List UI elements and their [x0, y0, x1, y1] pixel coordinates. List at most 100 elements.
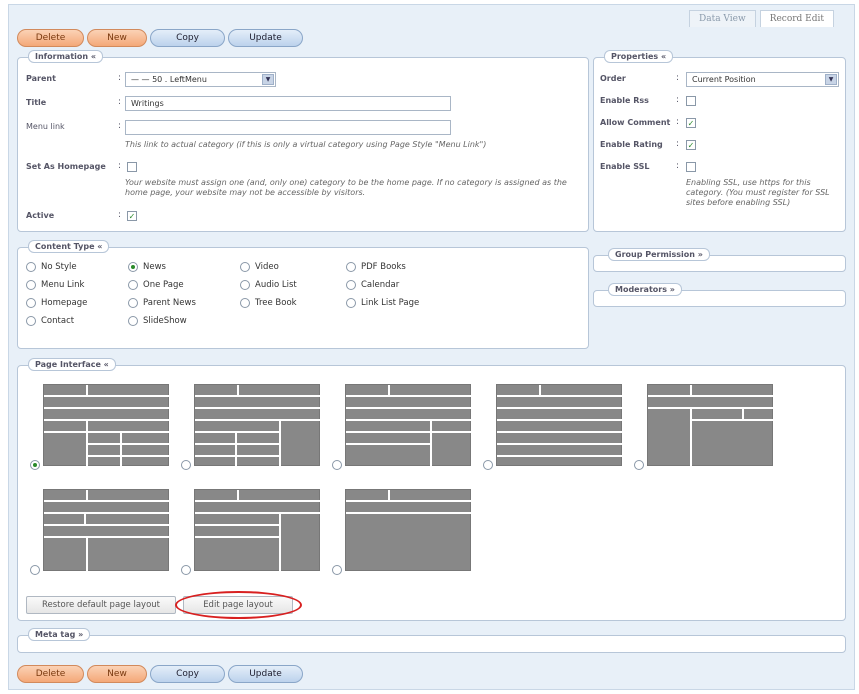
copy-button[interactable]: Copy	[150, 29, 225, 47]
meta-tag-legend[interactable]: Meta tag »	[28, 628, 91, 641]
content-type-option[interactable]: Calendar	[346, 280, 399, 290]
enable-rss-checkbox[interactable]	[686, 96, 696, 106]
layout-divider	[237, 385, 239, 395]
layout-radio-button[interactable]	[181, 460, 191, 470]
radio-button[interactable]	[240, 280, 250, 290]
content-type-option[interactable]: News	[128, 262, 166, 272]
enable-ssl-checkbox[interactable]	[686, 162, 696, 172]
layout-divider	[346, 419, 472, 421]
radio-button[interactable]	[346, 298, 356, 308]
content-type-label: Audio List	[255, 280, 297, 290]
radio-button[interactable]	[26, 280, 36, 290]
page-layout-thumbnail[interactable]	[43, 384, 170, 467]
content-type-option[interactable]: One Page	[128, 280, 184, 290]
content-type-option[interactable]: Parent News	[128, 298, 196, 308]
layout-divider	[44, 407, 170, 409]
content-type-option[interactable]: Homepage	[26, 298, 87, 308]
information-legend[interactable]: Information «	[28, 50, 104, 63]
colon: :	[118, 161, 122, 171]
radio-button[interactable]	[240, 298, 250, 308]
page-layout-thumbnail[interactable]	[194, 384, 321, 467]
page-layout-thumbnail[interactable]	[647, 384, 774, 467]
order-select[interactable]: Current Position ▼	[686, 72, 839, 87]
layout-divider	[195, 407, 321, 409]
colon: :	[118, 73, 122, 83]
delete-button[interactable]: Delete	[17, 665, 84, 683]
layout-divider	[195, 455, 279, 457]
layout-radio-button[interactable]	[332, 460, 342, 470]
layout-divider	[388, 385, 390, 395]
layout-radio-button[interactable]	[332, 565, 342, 575]
radio-button[interactable]	[26, 262, 36, 272]
radio-button[interactable]	[26, 298, 36, 308]
menu-link-note: This link to actual category (if this is…	[125, 140, 487, 149]
content-type-option[interactable]: SlideShow	[128, 316, 187, 326]
content-type-label: No Style	[41, 262, 77, 272]
layout-divider	[346, 431, 472, 433]
enable-rating-checkbox[interactable]: ✓	[686, 140, 696, 150]
parent-select[interactable]: — — 50 . LeftMenu ▼	[125, 72, 276, 87]
page-layout-thumbnail[interactable]	[194, 489, 321, 572]
layout-divider	[84, 512, 86, 524]
group-permission-legend[interactable]: Group Permission »	[608, 248, 710, 261]
content-type-legend[interactable]: Content Type «	[28, 240, 110, 253]
page-layout-thumbnail[interactable]	[43, 489, 170, 572]
radio-button[interactable]	[128, 298, 138, 308]
radio-button[interactable]	[346, 280, 356, 290]
allow-comment-label: Allow Comment	[600, 118, 671, 127]
layout-radio-button[interactable]	[30, 565, 40, 575]
layout-divider	[88, 431, 170, 433]
radio-button[interactable]	[128, 280, 138, 290]
update-button[interactable]: Update	[228, 665, 303, 683]
title-input[interactable]: Writings	[125, 96, 451, 111]
parent-select-value: — — 50 . LeftMenu	[131, 75, 207, 84]
page-layout-thumbnail[interactable]	[496, 384, 623, 466]
page-layout-thumbnail[interactable]	[345, 384, 472, 467]
meta-tag-panel: Meta tag »	[17, 628, 846, 653]
content-type-option[interactable]: PDF Books	[346, 262, 406, 272]
content-type-option[interactable]: Audio List	[240, 280, 297, 290]
restore-default-layout-button[interactable]: Restore default page layout	[26, 596, 176, 614]
new-button[interactable]: New	[87, 665, 147, 683]
radio-button[interactable]	[346, 262, 356, 272]
moderators-legend[interactable]: Moderators »	[608, 283, 682, 296]
layout-radio-button[interactable]	[483, 460, 493, 470]
layout-divider	[44, 536, 170, 538]
checkmark-icon: ✓	[687, 119, 695, 128]
content-type-option[interactable]: Tree Book	[240, 298, 297, 308]
page-layout-thumbnail[interactable]	[345, 489, 472, 571]
properties-legend[interactable]: Properties «	[604, 50, 674, 63]
highlight-circle	[175, 591, 302, 619]
layout-radio-button[interactable]	[181, 565, 191, 575]
homepage-checkbox[interactable]	[127, 162, 137, 172]
content-type-label: Menu Link	[41, 280, 85, 290]
layout-radio-button[interactable]	[30, 460, 40, 470]
layout-divider	[44, 419, 170, 421]
radio-button[interactable]	[128, 262, 138, 272]
content-type-option[interactable]: Contact	[26, 316, 74, 326]
page-interface-legend[interactable]: Page Interface «	[28, 358, 116, 371]
copy-button[interactable]: Copy	[150, 665, 225, 683]
content-type-option[interactable]: No Style	[26, 262, 77, 272]
content-type-option[interactable]: Video	[240, 262, 279, 272]
radio-button[interactable]	[240, 262, 250, 272]
active-checkbox[interactable]: ✓	[127, 211, 137, 221]
colon: :	[118, 97, 122, 107]
content-type-option[interactable]: Menu Link	[26, 280, 84, 290]
layout-radio-button[interactable]	[634, 460, 644, 470]
allow-comment-checkbox[interactable]: ✓	[686, 118, 696, 128]
layout-divider	[648, 407, 774, 409]
content-type-option[interactable]: Link List Page	[346, 298, 419, 308]
radio-button[interactable]	[128, 316, 138, 326]
view-tabs: Data View Record Edit	[689, 10, 834, 27]
new-button[interactable]: New	[87, 29, 147, 47]
layout-divider	[195, 419, 321, 421]
menu-link-input[interactable]	[125, 120, 451, 135]
delete-button[interactable]: Delete	[17, 29, 84, 47]
layout-divider	[690, 385, 692, 395]
layout-divider	[86, 490, 88, 500]
radio-button[interactable]	[26, 316, 36, 326]
update-button[interactable]: Update	[228, 29, 303, 47]
tab-data-view[interactable]: Data View	[689, 10, 756, 27]
tab-record-edit[interactable]: Record Edit	[759, 10, 834, 27]
